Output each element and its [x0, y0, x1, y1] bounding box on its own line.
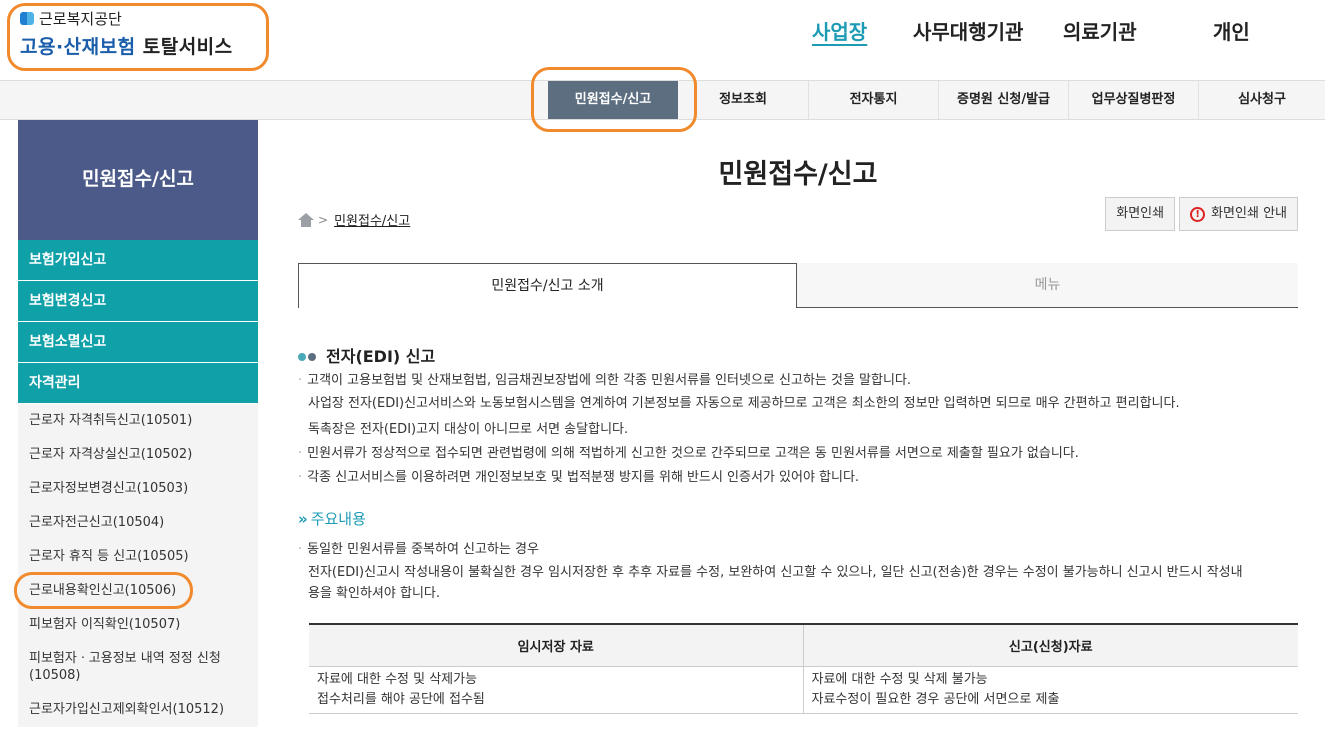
page-title: 민원접수/신고 — [718, 159, 878, 190]
sidebar-item-insurance-change[interactable]: 보험변경신고 — [18, 281, 258, 322]
sidebar-subitem[interactable]: 근로자 휴직 등 신고(10505) — [18, 540, 258, 574]
paragraph: 독촉장은 전자(EDI)고지 대상이 아니므로 서면 송달합니다. — [308, 422, 629, 437]
subnav-e-notice[interactable]: 전자통지 — [808, 81, 938, 119]
tab-menu[interactable]: 메뉴 — [797, 263, 1298, 308]
bullet-dots-icon — [298, 346, 318, 365]
sidebar-item-qualification[interactable]: 자격관리 — [18, 363, 258, 404]
breadcrumb-link[interactable]: 민원접수/신고 — [334, 210, 410, 229]
table-header: 임시저장 자료 — [309, 623, 803, 667]
table-header: 신고(신청)자료 — [802, 623, 1298, 667]
paragraph: 사업장 전자(EDI)신고서비스와 노동보험시스템을 연계하여 기본정보를 자동… — [308, 396, 1180, 411]
sidebar-submenu: 근로자 자격취득신고(10501) 근로자 자격상실신고(10502) 근로자정… — [18, 404, 258, 727]
paragraph: 전자(EDI)신고시 작성내용이 불확실한 경우 임시저장한 후 추후 자료를 … — [308, 565, 1243, 580]
sidebar-subitem[interactable]: 피보험자ㆍ고용정보 내역 정정 신청(10508) — [18, 642, 258, 693]
sub-nav: 민원접수/신고 정보조회 전자통지 증명원 신청/발급 업무상질병판정 심사청구 — [0, 80, 1325, 120]
section-heading: 전자(EDI) 신고 — [298, 343, 435, 367]
table-cell: 자료에 대한 수정 및 삭제가능 — [317, 671, 478, 687]
content-tabs: 민원접수/신고 소개 메뉴 — [298, 263, 1298, 308]
paragraph: 동일한 민원서류를 중복하여 신고하는 경우 — [298, 541, 539, 558]
sidebar-subitem[interactable]: 근로자전근신고(10504) — [18, 506, 258, 540]
top-nav-medical[interactable]: 의료기관 — [1063, 16, 1137, 45]
top-nav-workplace[interactable]: 사업장 — [812, 16, 867, 45]
sidebar-item-insurance-join[interactable]: 보험가입신고 — [18, 240, 258, 281]
subnav-certificate[interactable]: 증명원 신청/발급 — [938, 81, 1068, 119]
breadcrumb: > 민원접수/신고 — [298, 210, 410, 229]
subnav-info-inquiry[interactable]: 정보조회 — [678, 81, 808, 119]
table-cell: 접수처리를 해야 공단에 접수됨 — [317, 691, 485, 707]
subnav-appeal[interactable]: 심사청구 — [1198, 81, 1325, 119]
header: 근로복지공단 고용·산재보험 토탈서비스 사업장 사무대행기관 의료기관 개인 — [0, 0, 1325, 80]
top-nav: 사업장 사무대행기관 의료기관 개인 — [0, 16, 1325, 46]
warning-icon: ! — [1190, 206, 1206, 222]
sidebar-title: 민원접수/신고 — [18, 120, 258, 240]
top-nav-personal[interactable]: 개인 — [1213, 16, 1250, 45]
sidebar-subitem-work-content[interactable]: 근로내용확인신고(10506) — [18, 574, 258, 608]
sidebar: 민원접수/신고 보험가입신고 보험변경신고 보험소멸신고 자격관리 근로자 자격… — [18, 120, 258, 739]
top-nav-agency[interactable]: 사무대행기관 — [913, 16, 1023, 45]
paragraph: 각종 신고서비스를 이용하려면 개인정보보호 및 법적분쟁 방지를 위해 반드시… — [298, 469, 859, 486]
sub-heading: » 주요내용 — [298, 509, 366, 529]
subnav-civil-complaint[interactable]: 민원접수/신고 — [548, 81, 678, 119]
sidebar-subitem[interactable]: 근로자정보변경신고(10503) — [18, 472, 258, 506]
sidebar-subitem[interactable]: 근로자 자격취득신고(10501) — [18, 404, 258, 438]
sidebar-item-insurance-termination[interactable]: 보험소멸신고 — [18, 322, 258, 363]
sidebar-subitem[interactable]: 피보험자 이직확인(10507) — [18, 608, 258, 642]
double-chevron-icon: » — [298, 509, 308, 528]
table-cell: 자료에 대한 수정 및 삭제 불가능 — [811, 671, 988, 687]
paragraph: 용을 확인하셔야 합니다. — [308, 586, 440, 601]
tab-intro[interactable]: 민원접수/신고 소개 — [298, 263, 797, 308]
print-guide-button[interactable]: ! 화면인쇄 안내 — [1179, 197, 1298, 231]
sidebar-subitem[interactable]: 근로자가입신고제외확인서(10512) — [18, 693, 258, 727]
paragraph: 고객이 고용보험법 및 산재보험법, 임금채권보장법에 의한 각종 민원서류를 … — [298, 372, 911, 389]
subnav-occupational-disease[interactable]: 업무상질병판정 — [1068, 81, 1198, 119]
table-cell: 자료수정이 필요한 경우 공단에 서면으로 제출 — [811, 691, 1060, 707]
table-row: 자료에 대한 수정 및 삭제가능 접수처리를 해야 공단에 접수됨 자료에 대한… — [309, 666, 1298, 714]
home-icon[interactable] — [298, 212, 314, 227]
print-button[interactable]: 화면인쇄 — [1105, 197, 1176, 231]
sidebar-subitem[interactable]: 근로자 자격상실신고(10502) — [18, 438, 258, 472]
comparison-table: 임시저장 자료 신고(신청)자료 자료에 대한 수정 및 삭제가능 접수처리를 … — [309, 623, 1298, 714]
paragraph: 민원서류가 정상적으로 접수되면 관련법령에 의해 적법하게 신고한 것으로 간… — [298, 445, 1079, 462]
print-buttons: 화면인쇄 ! 화면인쇄 안내 — [1105, 197, 1298, 231]
